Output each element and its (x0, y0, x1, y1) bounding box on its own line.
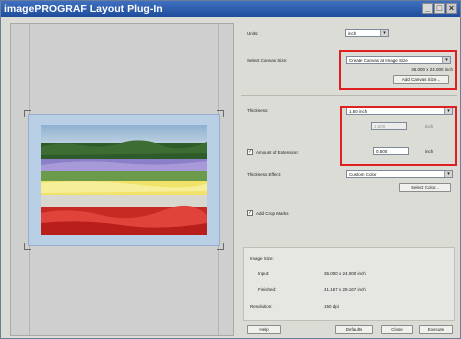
crop-mark-top-right (217, 110, 224, 117)
window-controls: _ □ × (421, 3, 457, 19)
chevron-down-icon: ▾ (444, 171, 452, 177)
crop-mark-bottom-right (217, 243, 224, 250)
preview-image (41, 125, 207, 235)
settings-panel: Units: inch ▾ Select Canvas Size: Create… (239, 23, 459, 336)
resolution-value: 150 dpi (324, 304, 339, 309)
canvas-size-label: Select Canvas Size: (247, 58, 288, 63)
highlight-thickness (340, 106, 457, 166)
maximize-icon[interactable]: □ (434, 3, 445, 14)
minimize-icon[interactable]: _ (422, 3, 433, 14)
crop-marks-checkbox[interactable]: ✓ (247, 210, 253, 216)
select-color-button[interactable]: Select Color... (399, 183, 451, 192)
input-label: Input: (258, 271, 270, 276)
thickness-effect-select[interactable]: Custom Color ▾ (346, 170, 453, 178)
thickness-effect-value: Custom Color (349, 172, 377, 177)
finished-label: Finished: (258, 287, 277, 292)
image-size-label: Image Size: (250, 256, 274, 261)
help-button[interactable]: Help (247, 325, 281, 334)
close-icon[interactable]: × (446, 3, 457, 14)
thickness-label: Thickness: (247, 108, 269, 113)
window-title: imagePROGRAF Layout Plug-In (4, 3, 163, 15)
extension-label: Amount of Extension: (256, 150, 299, 155)
finished-value: 41.167 x 29.167 inch (324, 287, 366, 292)
crop-mark-bottom-left (24, 243, 31, 250)
units-select[interactable]: inch ▾ (345, 29, 389, 37)
highlight-canvas-size (339, 50, 457, 90)
execute-button[interactable]: Execute (419, 325, 453, 334)
units-value: inch (348, 31, 357, 36)
crop-mark-top-left (24, 110, 31, 117)
title-bar[interactable]: imagePROGRAF Layout Plug-In _ □ × (1, 1, 460, 17)
thickness-effect-label: Thickness Effect: (247, 172, 282, 177)
separator (241, 95, 457, 96)
close-button[interactable]: Close (381, 325, 413, 334)
crop-marks-label: Add Crop Marks (256, 211, 289, 216)
chevron-down-icon: ▾ (380, 30, 388, 36)
resolution-label: Resolution: (250, 304, 273, 309)
extension-checkbox[interactable]: ✓ (247, 149, 253, 155)
preview-pane (10, 23, 234, 336)
plugin-window: imagePROGRAF Layout Plug-In _ □ × Units:… (0, 0, 461, 339)
canvas-extension-area (24, 110, 224, 250)
input-value: 36.000 x 24.000 inch (324, 271, 366, 276)
image-info-group: Image Size: Input: 36.000 x 24.000 inch … (243, 247, 455, 321)
defaults-button[interactable]: Defaults (335, 325, 373, 334)
units-label: Units: (247, 31, 259, 36)
